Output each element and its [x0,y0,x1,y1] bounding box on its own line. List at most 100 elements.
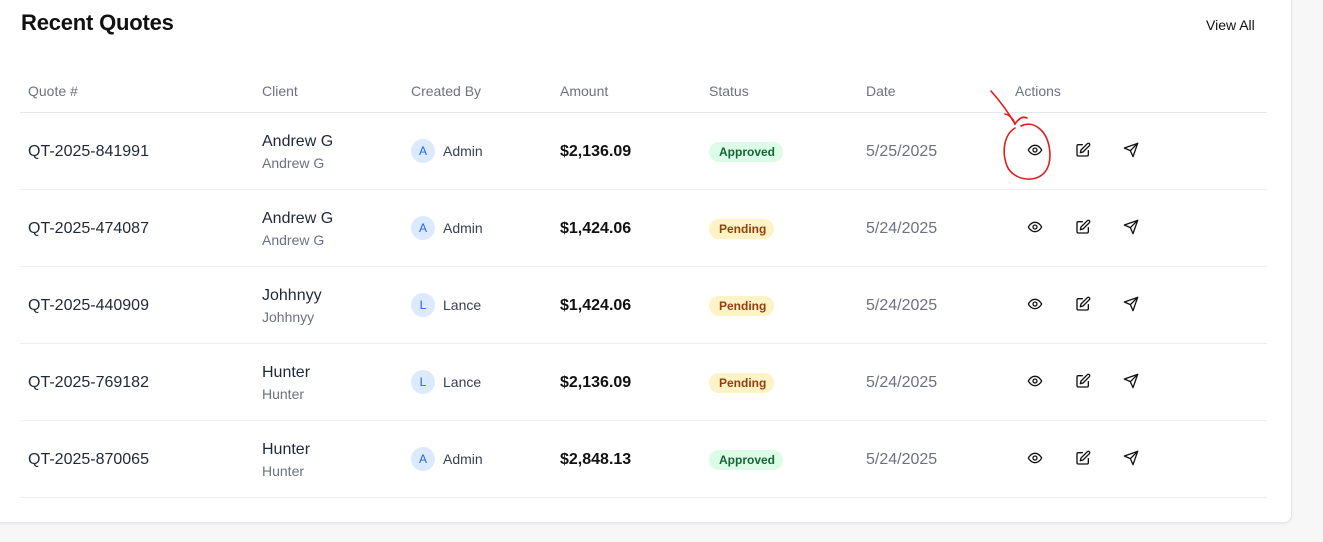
edit-icon [1075,450,1091,469]
actions-cell [1023,370,1167,394]
column-header-date: Date [866,83,896,99]
creator-name: Admin [443,451,483,467]
table-row: QT-2025-870065 Hunter Hunter A Admin $2,848.1… [20,421,1267,498]
actions-cell [1023,139,1167,163]
edit-button[interactable] [1071,370,1095,394]
edit-icon [1075,219,1091,238]
column-header-quote: Quote # [28,83,78,99]
status-cell: Approved [709,142,784,162]
date: 5/25/2025 [866,143,938,160]
send-icon [1123,219,1139,238]
view-all-button[interactable]: View All [1206,17,1255,33]
column-header-client: Client [262,83,298,99]
page-title: Recent Quotes [21,10,174,35]
client-cell: Andrew G Andrew G [262,209,333,249]
quote-number: QT-2025-769182 [28,374,149,391]
edit-icon [1075,142,1091,161]
client-cell: Hunter Hunter [262,440,310,480]
send-button[interactable] [1119,139,1143,163]
creator-name: Admin [443,143,483,159]
actions-cell [1023,293,1167,317]
created-by-cell: A Admin [411,216,483,240]
client-name: Hunter [262,364,311,381]
date: 5/24/2025 [866,451,938,468]
client-name: Andrew G [262,133,334,150]
column-header-created-by: Created By [411,83,482,99]
actions-cell [1023,447,1167,471]
client-cell: Andrew G Andrew G [262,132,333,172]
client-subtext: Hunter [262,386,305,402]
avatar: A [411,216,435,240]
actions-cell [1023,216,1167,240]
column-header-actions: Actions [1015,83,1061,99]
send-button[interactable] [1119,370,1143,394]
view-button[interactable] [1023,216,1047,240]
send-icon [1123,142,1139,161]
quote-number: QT-2025-841991 [28,143,149,160]
status-cell: Pending [709,296,775,316]
date: 5/24/2025 [866,374,938,391]
quote-number: QT-2025-870065 [28,451,149,468]
eye-icon [1027,296,1043,315]
column-header-status: Status [709,83,749,99]
date: 5/24/2025 [866,297,938,314]
client-subtext: Johhnyy [262,309,315,325]
status-badge: Pending [709,296,775,316]
status-badge: Approved [709,450,784,470]
client-cell: Hunter Hunter [262,363,310,403]
status-badge: Pending [709,219,775,239]
avatar: A [411,139,435,163]
status-cell: Pending [709,373,775,393]
amount: $2,136.09 [560,143,632,160]
send-button[interactable] [1119,293,1143,317]
table-header: Quote # Client Created By Amount Status … [20,66,1267,113]
amount: $2,848.13 [560,451,632,468]
client-subtext: Andrew G [262,155,325,171]
created-by-cell: L Lance [411,370,481,394]
eye-icon [1027,219,1043,238]
send-button[interactable] [1119,216,1143,240]
status-badge: Pending [709,373,775,393]
created-by-cell: A Admin [411,139,483,163]
table-row: QT-2025-841991 Andrew G Andrew G A Admin $2,1… [20,113,1267,190]
eye-icon [1027,142,1043,161]
status-cell: Approved [709,450,784,470]
edit-icon [1075,373,1091,392]
creator-name: Lance [443,297,482,313]
view-button[interactable] [1023,370,1047,394]
quote-number: QT-2025-440909 [28,297,149,314]
edit-icon [1075,296,1091,315]
view-button[interactable] [1023,293,1047,317]
table-row: QT-2025-474087 Andrew G Andrew G A Admin $1,4… [20,190,1267,267]
created-by-cell: L Lance [411,293,481,317]
client-subtext: Andrew G [262,232,325,248]
client-name: Johhnyy [262,287,322,304]
avatar: L [411,293,435,317]
client-name: Andrew G [262,210,334,227]
creator-name: Admin [443,220,483,236]
client-subtext: Hunter [262,463,305,479]
view-button[interactable] [1023,447,1047,471]
creator-name: Lance [443,374,482,390]
edit-button[interactable] [1071,293,1095,317]
send-button[interactable] [1119,447,1143,471]
date: 5/24/2025 [866,220,938,237]
table-row: QT-2025-769182 Hunter Hunter L Lance $2,136.0… [20,344,1267,421]
edit-button[interactable] [1071,216,1095,240]
table-row: QT-2025-440909 Johhnyy Johhnyy L Lance $1,424… [20,267,1267,344]
client-name: Hunter [262,441,311,458]
quotes-table: Quote # Client Created By Amount Status … [20,66,1267,498]
view-button[interactable] [1023,139,1047,163]
avatar: A [411,447,435,471]
table-body: QT-2025-841991 Andrew G Andrew G A Admin $2,1… [20,113,1267,498]
send-icon [1123,373,1139,392]
amount: $1,424.06 [560,297,632,314]
eye-icon [1027,450,1043,469]
eye-icon [1027,373,1043,392]
edit-button[interactable] [1071,139,1095,163]
send-icon [1123,296,1139,315]
status-badge: Approved [709,142,784,162]
column-header-amount: Amount [560,83,609,99]
send-icon [1123,450,1139,469]
edit-button[interactable] [1071,447,1095,471]
